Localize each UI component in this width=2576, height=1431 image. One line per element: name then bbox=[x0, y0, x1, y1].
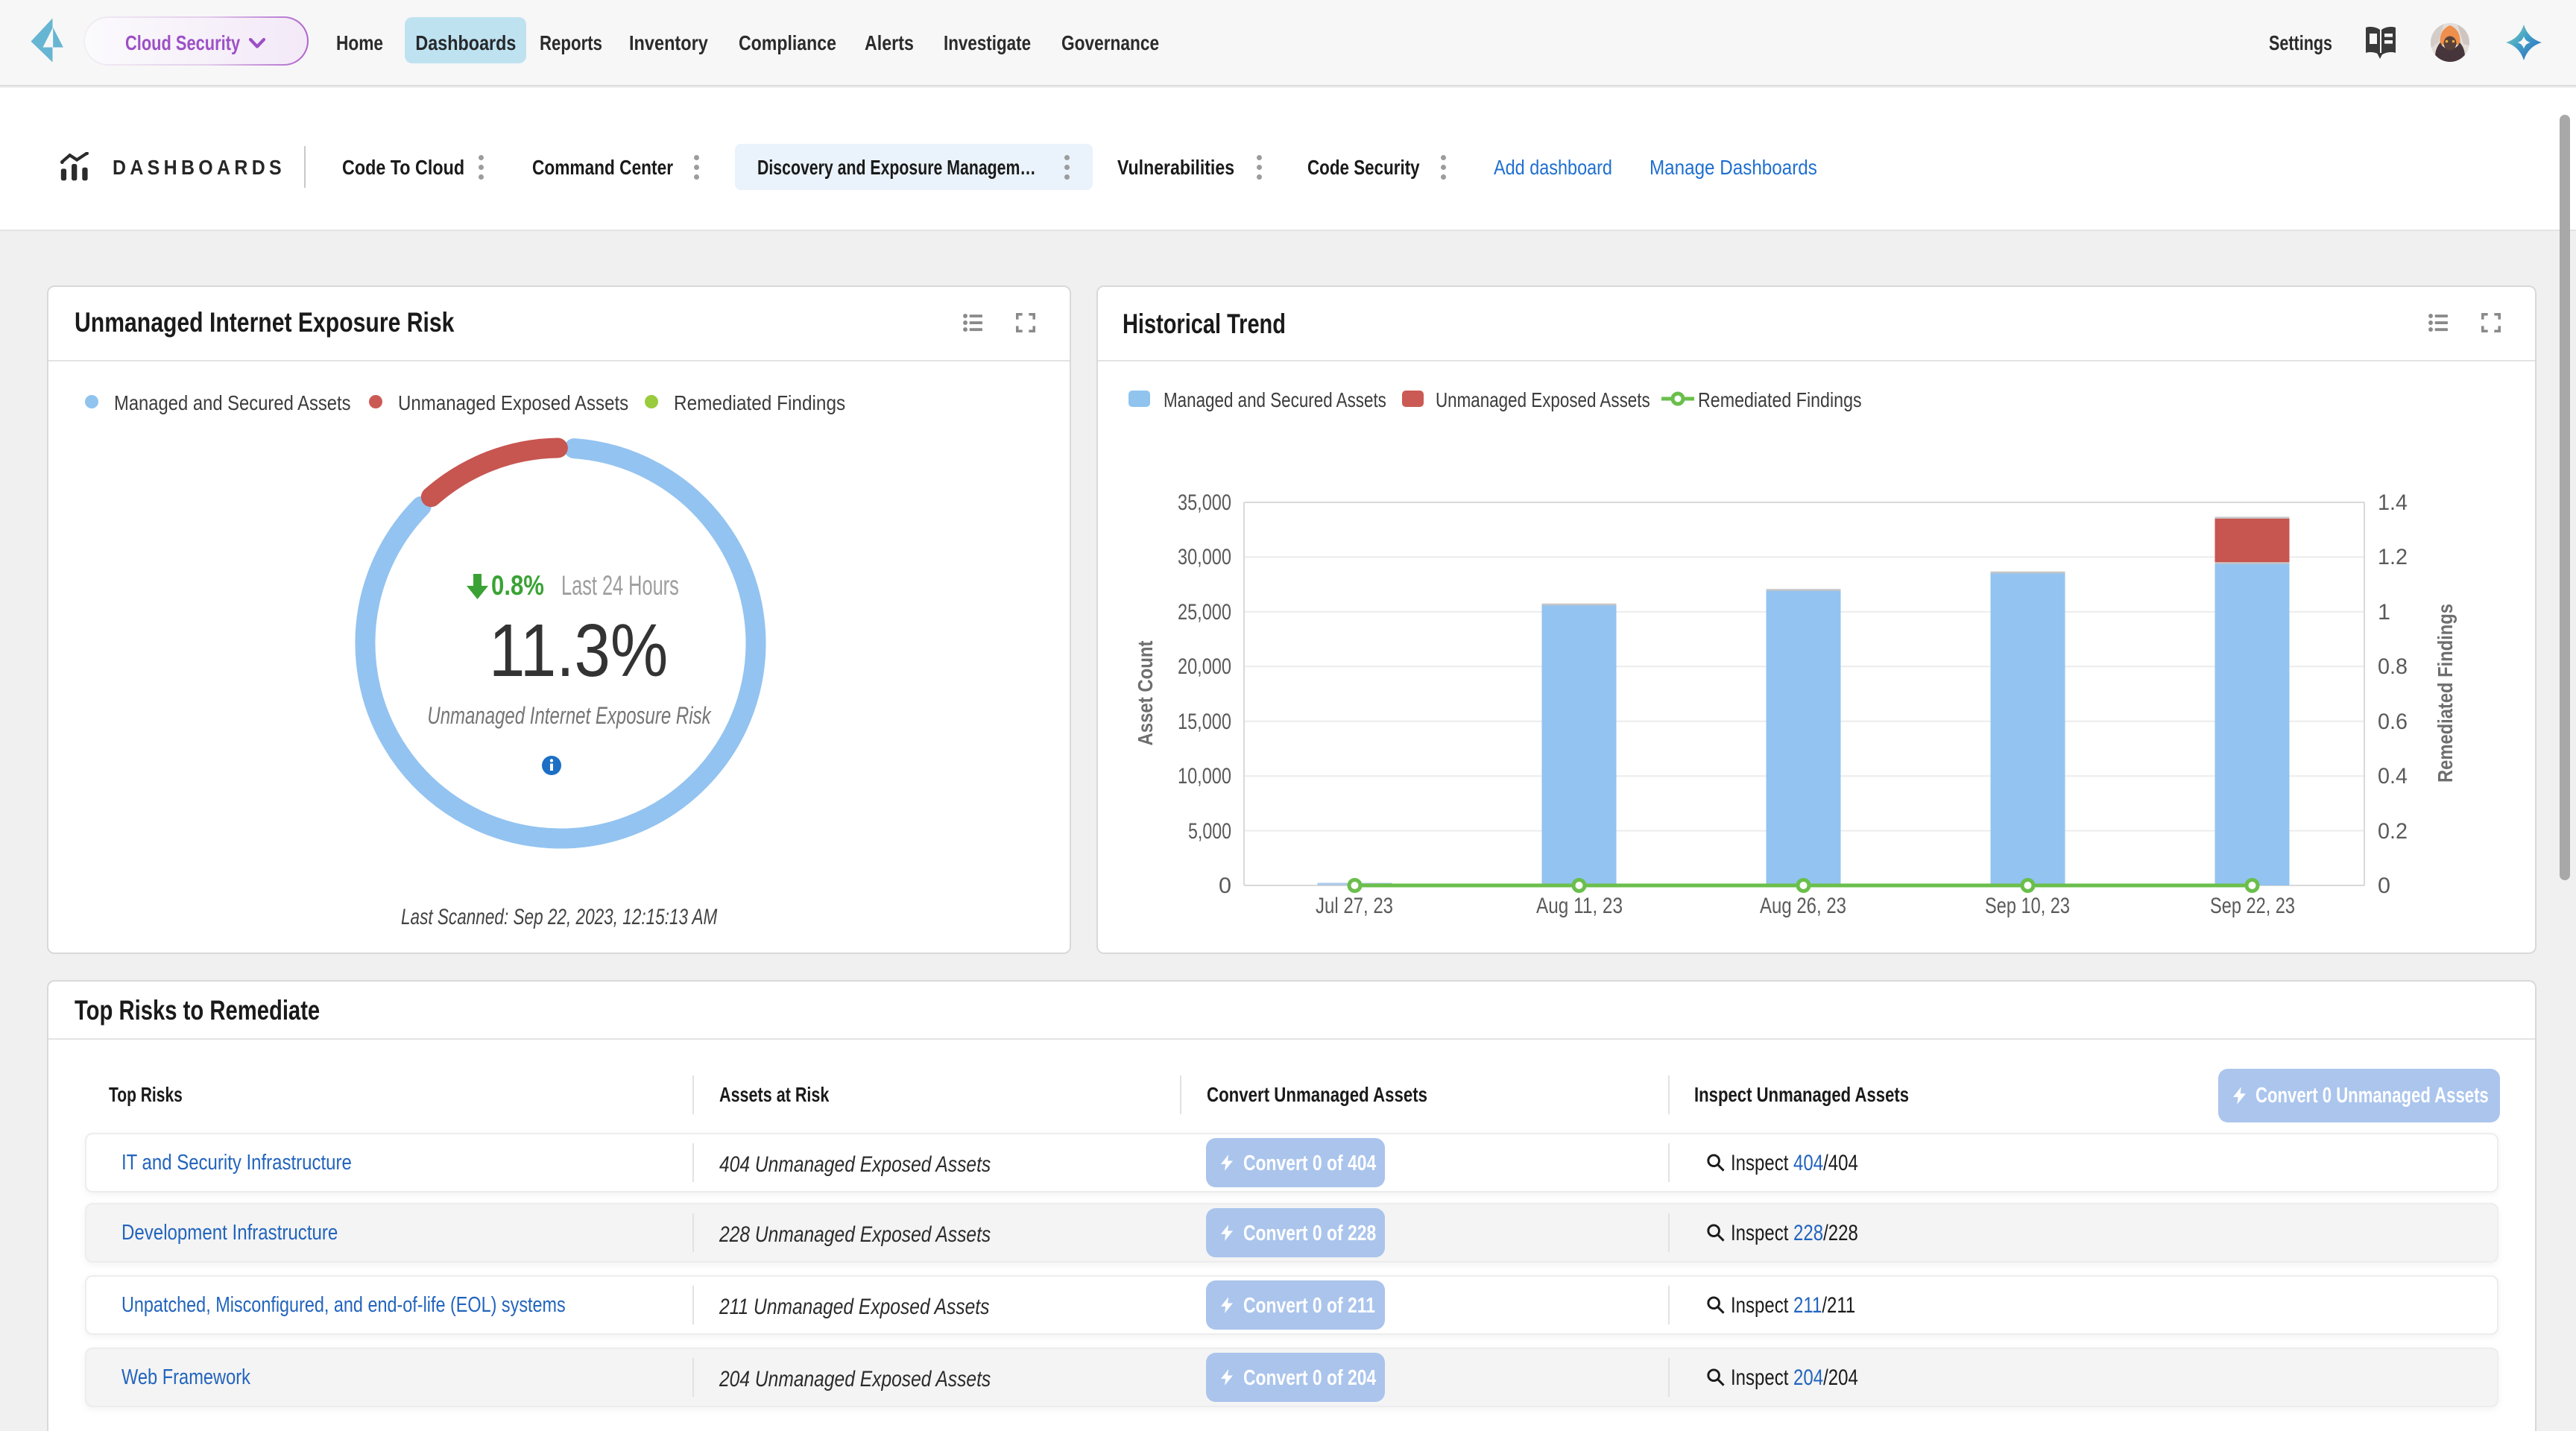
svg-text:20,000: 20,000 bbox=[1178, 654, 1231, 679]
svg-text:Sep 22, 23: Sep 22, 23 bbox=[2210, 894, 2295, 918]
svg-text:Jul 27, 23: Jul 27, 23 bbox=[1316, 894, 1393, 918]
svg-text:0: 0 bbox=[1219, 874, 1231, 898]
svg-text:Sep 10, 23: Sep 10, 23 bbox=[1985, 894, 2070, 918]
svg-text:Asset Count: Asset Count bbox=[1134, 641, 1157, 746]
svg-text:Remediated Findings: Remediated Findings bbox=[2434, 604, 2457, 783]
svg-text:25,000: 25,000 bbox=[1178, 600, 1231, 625]
svg-text:5,000: 5,000 bbox=[1188, 819, 1231, 844]
svg-text:0.6: 0.6 bbox=[2378, 710, 2408, 734]
svg-text:1: 1 bbox=[2378, 600, 2390, 625]
svg-text:1.2: 1.2 bbox=[2378, 545, 2408, 569]
svg-text:0: 0 bbox=[2378, 874, 2390, 898]
svg-text:Aug 11, 23: Aug 11, 23 bbox=[1536, 894, 1623, 918]
svg-text:0.2: 0.2 bbox=[2378, 819, 2408, 844]
svg-text:Aug 26, 23: Aug 26, 23 bbox=[1760, 894, 1846, 918]
svg-text:0.8: 0.8 bbox=[2378, 654, 2408, 679]
svg-text:1.4: 1.4 bbox=[2378, 490, 2408, 515]
svg-text:30,000: 30,000 bbox=[1178, 545, 1231, 569]
svg-text:10,000: 10,000 bbox=[1178, 764, 1231, 789]
svg-text:35,000: 35,000 bbox=[1178, 490, 1231, 515]
svg-text:0.4: 0.4 bbox=[2378, 764, 2408, 789]
svg-text:15,000: 15,000 bbox=[1178, 710, 1231, 734]
